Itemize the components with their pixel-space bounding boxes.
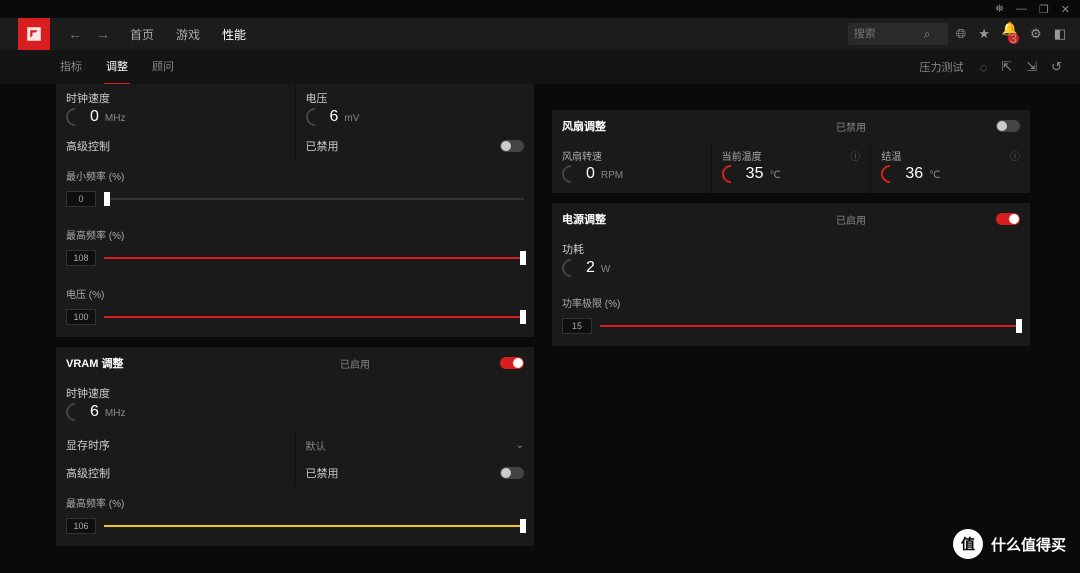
fan-speed-label: 风扇转速 [562,148,602,163]
tab-home[interactable]: 首页 [128,18,156,51]
vram-maxfreq-value[interactable]: 106 [66,518,96,534]
vram-clock-value: 6 [90,403,99,421]
vram-toggle[interactable] [500,357,524,369]
gpu-minfreq-value[interactable]: 0 [66,191,96,207]
gpu-maxfreq-slider[interactable]: 108 [66,250,524,266]
gpu-clock-unit: MHz [105,113,126,124]
fan-speed-value: 0 [586,165,595,183]
power-pwr-unit: W [601,264,610,275]
watermark: 值 什么值得买 [953,529,1066,559]
power-toggle[interactable] [996,213,1020,225]
vram-clock-label: 时钟速度 [66,385,524,401]
search-input[interactable] [854,28,924,40]
vram-advctrl-toggle[interactable] [500,467,524,479]
amd-logo [18,18,50,50]
fan-junc-unit: ℃ [929,170,940,181]
watermark-text: 什么值得买 [991,534,1066,555]
power-limit-label: 功率极限 (%) [562,295,1020,310]
gear-icon[interactable]: ⚙ [1030,26,1042,42]
star-icon[interactable]: ★ [978,26,990,42]
fan-junc-gauge-icon [878,161,903,186]
power-limit-slider[interactable]: 15 [562,318,1020,334]
gpu-clock-value: 0 [90,108,99,126]
power-pwr-gauge-icon [558,255,583,280]
vram-timing-label: 显存时序 [66,440,110,452]
vram-maxfreq-slider[interactable]: 106 [66,518,524,534]
vram-maxfreq-label: 最高频率 (%) [66,495,524,510]
power-state: 已启用 [836,212,996,227]
fan-curtemp-unit: ℃ [769,170,780,181]
gpu-volt-label: 电压 [306,90,525,106]
info-icon[interactable]: ⓘ [1010,148,1020,163]
vram-state: 已启用 [340,356,500,371]
maximize-icon[interactable]: ❐ [1039,3,1049,16]
gpu-voltpct-slider[interactable]: 100 [66,309,524,325]
tab-performance[interactable]: 性能 [220,18,248,51]
gpu-clock-label: 时钟速度 [66,90,285,106]
fan-speed-unit: RPM [601,170,623,181]
share-icon[interactable]: ⇲ [1026,59,1037,75]
gpu-advctrl-toggle[interactable] [500,140,524,152]
web-icon[interactable]: 🌐︎ [956,26,966,42]
power-pwr-label: 功耗 [562,241,1020,257]
bell-badge: 3 [1008,33,1019,44]
export-icon[interactable]: ⇱ [1001,59,1012,75]
gpu-minfreq-label: 最小频率 (%) [66,168,524,183]
info-icon[interactable]: ⓘ [850,148,860,163]
gpu-maxfreq-label: 最高频率 (%) [66,227,524,242]
watermark-icon: 值 [953,529,983,559]
fan-junc-label: 结温 [881,148,901,163]
gpu-volt-value: 6 [330,108,339,126]
chevron-down-icon: ⌄ [516,440,524,451]
bug-icon[interactable]: ⛯ [995,3,1004,16]
vram-title: VRAM 调整 [66,355,340,371]
search-box[interactable]: ⌕ [848,23,948,45]
vram-timing-dropdown[interactable]: 默认⌄ [296,431,535,459]
gpu-advctrl-label: 高级控制 [66,141,110,153]
subtab-advisor[interactable]: 顾问 [150,49,176,85]
gpu-minfreq-slider[interactable]: 0 [66,191,524,207]
nav-forward-icon[interactable]: → [92,26,114,42]
vram-clock-unit: MHz [105,408,126,419]
gpu-volt-gauge-icon [302,104,327,129]
vram-panel: VRAM 调整 已启用 时钟速度 6 MHz 显存时序 默认⌄ 高级控制 已禁用 [56,347,534,546]
power-limit-value[interactable]: 15 [562,318,592,334]
gpu-voltpct-label: 电压 (%) [66,286,524,301]
fan-panel: 风扇调整 已禁用 风扇转速 0 RPM 当前温度ⓘ 3 [552,110,1030,193]
reset-icon[interactable]: ↺ [1051,59,1062,75]
vram-clock-gauge-icon [62,399,87,424]
bell-icon[interactable]: 🔔3 [1002,21,1018,48]
fan-state: 已禁用 [836,119,996,134]
fan-speed-gauge-icon [558,161,583,186]
gpu-clock-gauge-icon [62,104,87,129]
gpu-voltpct-value[interactable]: 100 [66,309,96,325]
panel-icon[interactable]: ◧ [1054,26,1066,42]
vram-advctrl-label: 高级控制 [66,468,110,480]
fan-title: 风扇调整 [562,118,836,134]
fan-curtemp-gauge-icon [718,161,743,186]
gpu-maxfreq-value[interactable]: 108 [66,250,96,266]
gpu-panel: 时钟速度 0 MHz 电压 6 mV 高级控制 [56,84,534,337]
gpu-advctrl-state: 已禁用 [306,138,501,154]
vram-advctrl-state: 已禁用 [306,465,501,481]
stress-test-icon[interactable]: ◌ [980,60,988,75]
search-icon[interactable]: ⌕ [924,27,931,42]
minimize-icon[interactable]: — [1016,3,1027,15]
power-title: 电源调整 [562,211,836,227]
close-icon[interactable]: ✕ [1061,3,1070,16]
subtab-metrics[interactable]: 指标 [58,49,84,85]
fan-curtemp-label: 当前温度 [722,148,762,163]
subtab-tuning[interactable]: 调整 [104,49,130,85]
stress-test-label[interactable]: 压力测试 [920,59,964,75]
power-panel: 电源调整 已启用 功耗 2 W 功率极限 (%) 15 [552,203,1030,346]
tab-games[interactable]: 游戏 [174,18,202,51]
gpu-volt-unit: mV [344,113,359,124]
fan-toggle[interactable] [996,120,1020,132]
fan-curtemp-value: 35 [746,165,764,183]
power-pwr-value: 2 [586,259,595,277]
nav-back-icon[interactable]: ← [64,26,86,42]
fan-junc-value: 36 [905,165,923,183]
